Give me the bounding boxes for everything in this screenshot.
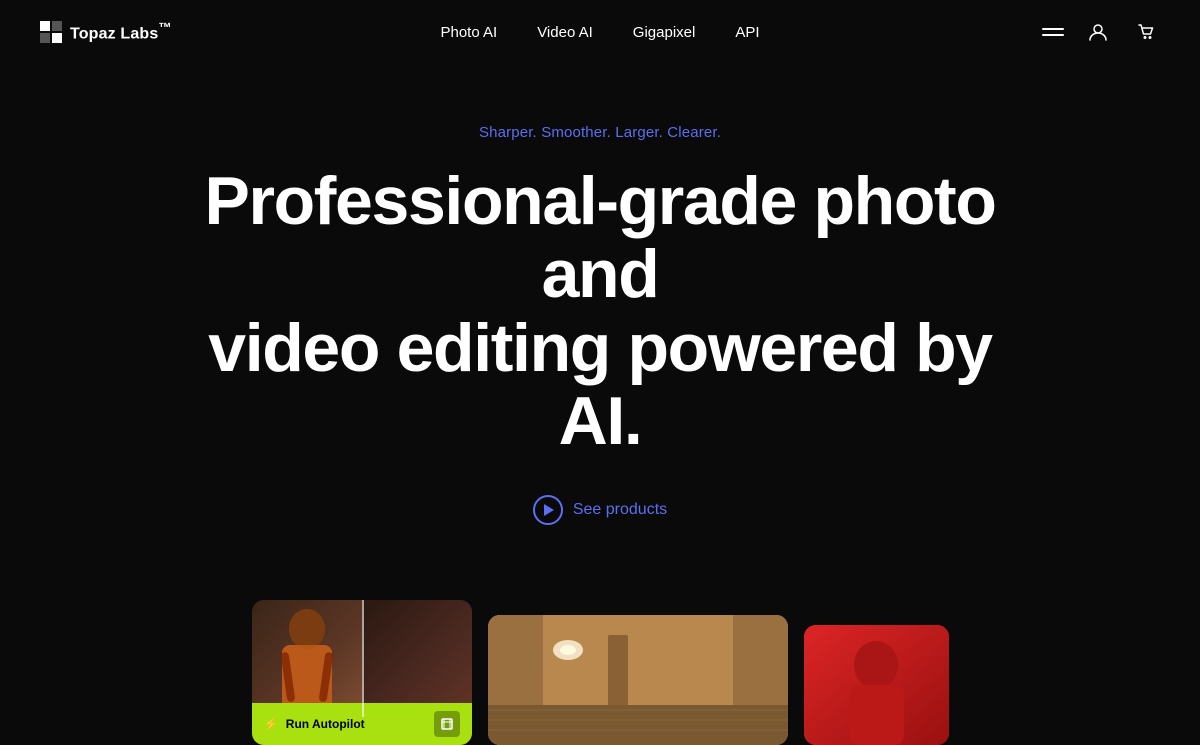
nav-right-icons [1042,18,1160,46]
person-figure-right [262,607,352,717]
preview-card-person: ⚡ Run Autopilot [252,600,472,745]
play-circle-icon [533,495,563,525]
room-scene [488,615,788,745]
navigation: Topaz Labs™ Photo AI Video AI Gigapixel … [0,0,1200,64]
logo-text: Topaz Labs™ [70,20,172,43]
nav-links: Photo AI Video AI Gigapixel API [440,24,759,41]
logo[interactable]: Topaz Labs™ [40,20,172,43]
nav-link-photo-ai[interactable]: Photo AI [440,24,497,41]
see-products-button[interactable]: See products [533,495,667,525]
topaz-logo-icon [40,21,62,43]
hamburger-line-bottom [1042,34,1064,36]
logo-trademark: ™ [158,20,172,35]
preview-room-inner [488,615,788,745]
autopilot-text: ⚡ Run Autopilot [264,717,365,731]
before-after-divider [362,600,364,717]
hero-tagline: Sharper. Smoother. Larger. Clearer. [479,124,721,141]
preview-card-portrait [804,625,949,745]
nav-link-video-ai[interactable]: Video AI [537,24,593,41]
preview-red-inner [804,625,949,745]
menu-icon[interactable] [1042,28,1064,36]
crop-icon-button[interactable] [434,711,460,737]
nav-link-gigapixel[interactable]: Gigapixel [633,24,696,41]
hero-section: Sharper. Smoother. Larger. Clearer. Prof… [0,64,1200,525]
see-products-label: See products [573,501,667,519]
play-triangle-icon [544,504,554,516]
hamburger-line-top [1042,28,1064,30]
lightning-icon: ⚡ [264,717,279,731]
hero-title: Professional-grade photo and video editi… [190,165,1010,459]
preview-section: ⚡ Run Autopilot [0,585,1200,745]
account-icon[interactable] [1084,18,1112,46]
preview-card-room [488,615,788,745]
nav-link-api[interactable]: API [735,24,759,41]
cart-icon[interactable] [1132,18,1160,46]
portrait-scene [804,625,949,745]
